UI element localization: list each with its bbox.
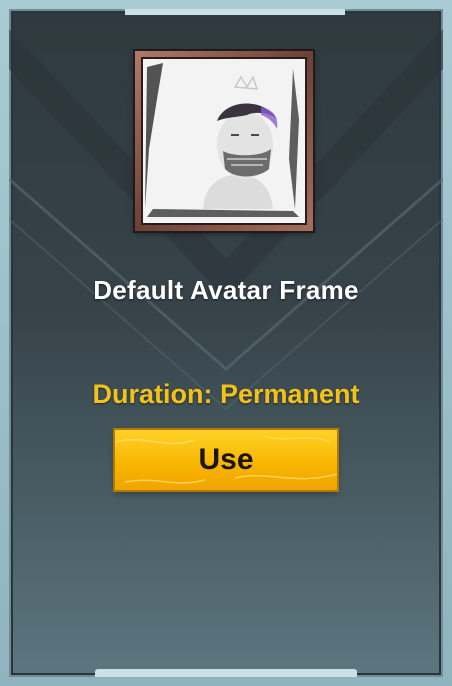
item-detail-panel: Default Avatar Frame Duration: Permanent… [9,9,443,677]
item-name: Default Avatar Frame [93,275,359,305]
avatar-portrait-icon [143,59,301,219]
avatar-image [143,59,305,223]
panel-bottom-notch [95,669,357,677]
avatar-frame-preview [135,51,313,231]
item-duration: Duration: Permanent [92,379,360,409]
use-button[interactable]: Use [115,430,337,490]
panel-top-notch [125,9,345,15]
use-button-label: Use [198,443,254,476]
